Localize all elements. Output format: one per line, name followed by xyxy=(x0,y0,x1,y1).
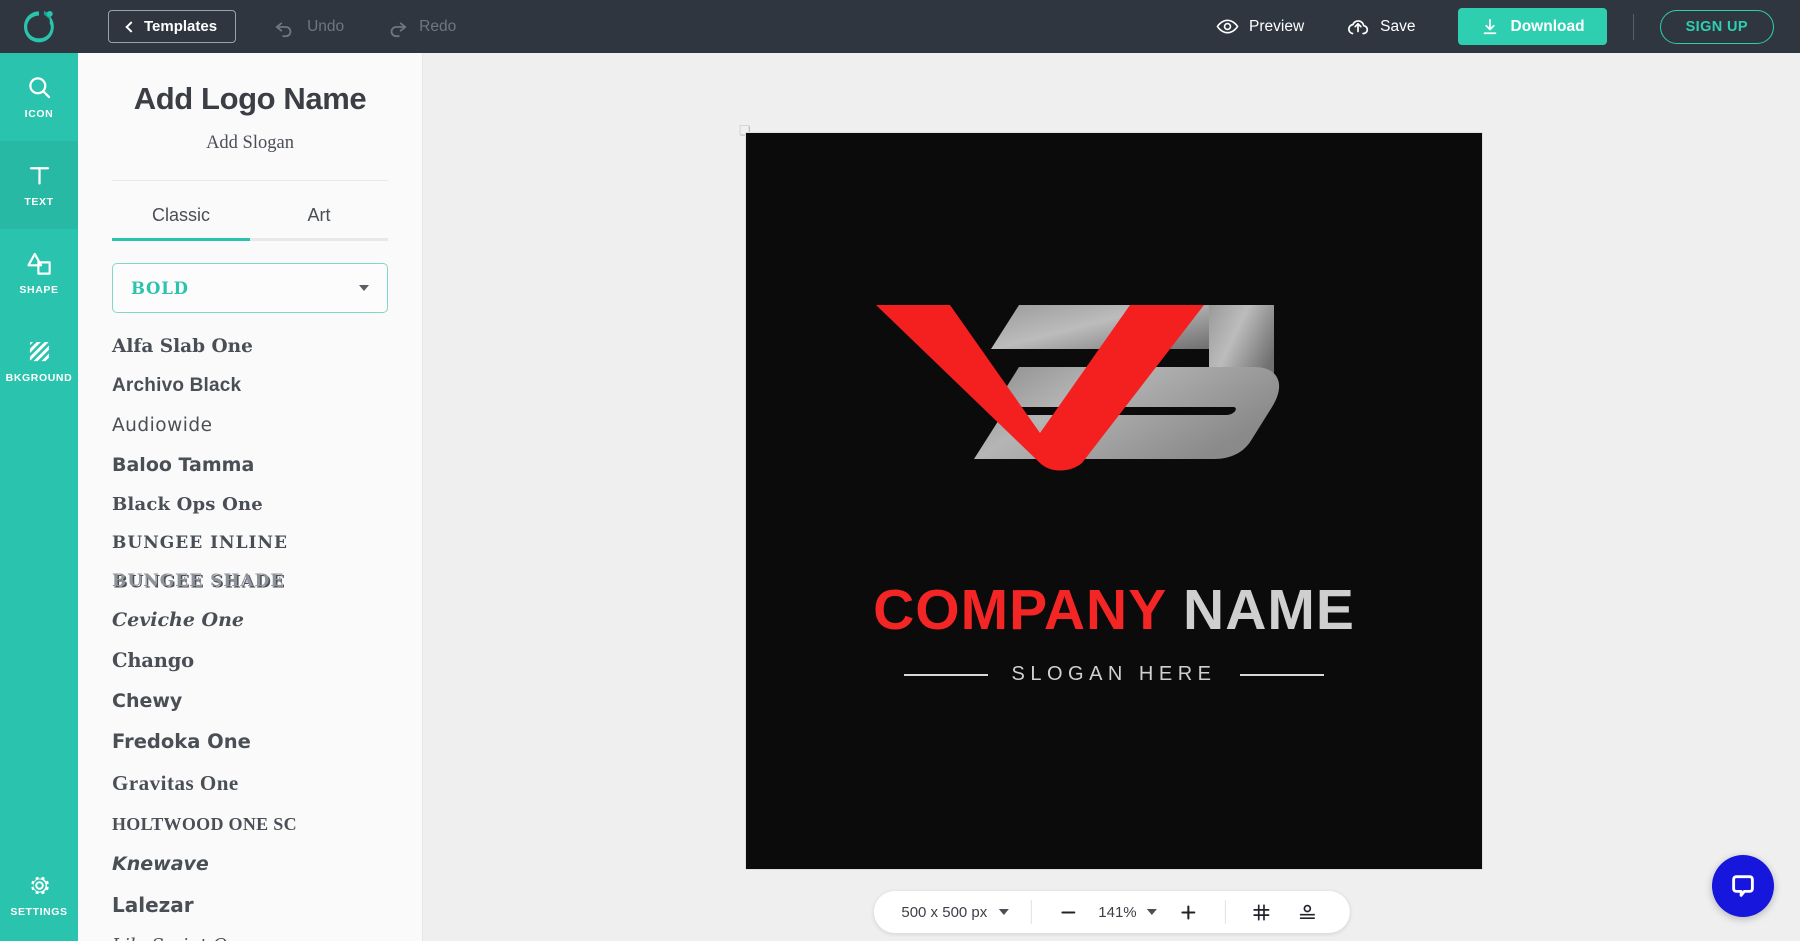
zoom-in-button[interactable] xyxy=(1175,898,1203,926)
font-list-item[interactable]: Alfa Slab One xyxy=(112,327,388,366)
canvas-size-label: 500 x 500 px xyxy=(901,903,988,921)
logo-mark-icon xyxy=(23,10,54,42)
zoom-controls: 141% xyxy=(1032,891,1224,933)
font-list-item[interactable]: Gravitas One xyxy=(112,762,388,805)
logo-name-title[interactable]: Add Logo Name xyxy=(112,81,388,117)
redo-button[interactable]: Redo xyxy=(386,16,456,38)
company-name-part2: NAME xyxy=(1183,578,1355,642)
text-t-icon xyxy=(29,167,49,185)
font-weight-select[interactable]: BOLD xyxy=(112,263,388,313)
sidebar-item-shape-label: SHAPE xyxy=(19,284,59,296)
sidebar-item-icon-label: ICON xyxy=(24,108,54,120)
cloud-upload-icon xyxy=(1348,19,1369,34)
download-icon xyxy=(1483,18,1496,34)
eye-icon xyxy=(1216,19,1239,34)
chevron-left-icon xyxy=(125,20,137,33)
font-list-item[interactable]: Chewy xyxy=(112,681,388,721)
redo-label: Redo xyxy=(419,17,457,35)
font-list-item[interactable]: Fredoka One xyxy=(112,721,388,762)
preview-button[interactable]: Preview xyxy=(1216,15,1304,38)
zoom-level-value[interactable]: 141% xyxy=(1098,904,1136,921)
font-list-item[interactable]: HOLTWOOD ONE SC xyxy=(112,805,388,844)
top-toolbar: Templates Undo Redo Preview Save Downloa… xyxy=(0,0,1800,53)
undo-button[interactable]: Undo xyxy=(274,16,344,38)
slogan-rule-right xyxy=(1240,673,1325,676)
templates-button[interactable]: Templates xyxy=(108,10,237,43)
diagonal-stripes-icon xyxy=(29,341,49,362)
left-sidebar: ICON TEXT SHAPE BKGROUND SETTINGS xyxy=(0,53,78,941)
sidebar-item-bkground[interactable]: BKGROUND xyxy=(0,317,78,405)
save-label: Save xyxy=(1380,17,1416,35)
company-name-text[interactable]: COMPANY NAME xyxy=(746,577,1482,643)
align-bottom-icon xyxy=(1300,904,1316,919)
sidebar-item-shape[interactable]: SHAPE xyxy=(0,229,78,317)
undo-arrow-icon xyxy=(275,21,292,37)
canvas-slogan-row[interactable]: SLOGAN HERE xyxy=(746,663,1482,686)
sidebar-item-text[interactable]: TEXT xyxy=(0,141,78,229)
font-list-item[interactable]: Knewave xyxy=(112,844,388,884)
signup-button[interactable]: SIGN UP xyxy=(1659,9,1774,44)
canvas-view-tools xyxy=(1226,891,1344,933)
vs-monogram-icon xyxy=(876,305,1280,471)
download-label: Download xyxy=(1510,17,1585,35)
shape-icon xyxy=(26,252,51,275)
font-list-item[interactable]: BUNGEE INLINE xyxy=(112,524,388,562)
sidebar-item-text-label: TEXT xyxy=(24,196,54,208)
font-list-item[interactable]: Ceviche One xyxy=(112,600,388,640)
sidebar-item-bkground-label: BKGROUND xyxy=(5,372,73,384)
align-bottom-button[interactable] xyxy=(1294,898,1322,926)
panel-divider xyxy=(112,180,388,181)
toolbar-divider xyxy=(1632,13,1634,40)
font-list-item[interactable]: Lalezar xyxy=(112,884,388,926)
signup-label: SIGN UP xyxy=(1685,18,1748,35)
font-list-item[interactable]: BUNGEE SHADE xyxy=(112,562,388,600)
zoom-out-button[interactable] xyxy=(1054,898,1082,926)
font-list-item[interactable]: Baloo Tamma xyxy=(112,445,388,485)
font-list-item[interactable]: Black Ops One xyxy=(112,485,388,524)
logo-slogan-text[interactable]: Add Slogan xyxy=(112,133,388,154)
chevron-down-icon xyxy=(999,909,1010,915)
app-logo[interactable] xyxy=(0,0,78,53)
redo-arrow-icon xyxy=(390,21,407,37)
font-list-item[interactable]: Lily Script One xyxy=(112,926,388,941)
text-options-panel: Add Logo Name Add Slogan Classic Art BOL… xyxy=(78,53,423,941)
canvas-wrapper: ❏ COMPANY NAME SLOGAN HERE xyxy=(739,124,1482,869)
grid-icon xyxy=(1253,904,1270,920)
canvas-bottom-toolbar: 500 x 500 px 141% xyxy=(873,891,1350,933)
search-icon xyxy=(28,77,50,99)
plus-icon xyxy=(1181,905,1196,919)
canvas-size-select[interactable]: 500 x 500 px xyxy=(879,891,1031,933)
sidebar-item-icon[interactable]: ICON xyxy=(0,53,78,141)
panel-tabs: Classic Art xyxy=(112,189,388,241)
canvas-slogan-text: SLOGAN HERE xyxy=(1011,663,1217,685)
grid-toggle-button[interactable] xyxy=(1248,898,1276,926)
zoom-chevron-down-icon[interactable] xyxy=(1146,909,1157,915)
logo-canvas[interactable]: COMPANY NAME SLOGAN HERE xyxy=(746,133,1482,869)
font-weight-value: BOLD xyxy=(131,278,189,298)
chevron-down-icon xyxy=(359,285,369,291)
undo-label: Undo xyxy=(307,17,345,35)
minus-icon xyxy=(1061,910,1076,914)
tab-classic[interactable]: Classic xyxy=(112,189,250,241)
templates-label: Templates xyxy=(144,18,218,35)
gear-icon xyxy=(30,876,49,895)
editor-stage: ❏ COMPANY NAME SLOGAN HERE 500 x 500 px … xyxy=(423,53,1800,941)
slogan-rule-left xyxy=(903,673,988,676)
save-button[interactable]: Save xyxy=(1346,15,1416,39)
font-list[interactable]: Alfa Slab One Archivo Black Audiowide Ba… xyxy=(112,327,388,941)
logo-mark-vs[interactable] xyxy=(854,287,1374,477)
sidebar-item-settings-label: SETTINGS xyxy=(10,906,68,918)
chat-widget-button[interactable] xyxy=(1712,855,1774,917)
top-toolbar-actions: Preview Save Download SIGN UP xyxy=(1216,8,1800,45)
chat-bubble-icon xyxy=(1732,875,1754,897)
font-list-item[interactable]: Audiowide xyxy=(112,406,388,445)
download-button[interactable]: Download xyxy=(1457,8,1607,45)
sidebar-item-settings[interactable]: SETTINGS xyxy=(0,849,78,941)
preview-label: Preview xyxy=(1249,17,1305,35)
font-list-item[interactable]: Chango xyxy=(112,640,388,681)
tab-art[interactable]: Art xyxy=(250,189,388,241)
company-name-part1: COMPANY xyxy=(873,578,1167,642)
font-list-item[interactable]: Archivo Black xyxy=(112,366,388,406)
